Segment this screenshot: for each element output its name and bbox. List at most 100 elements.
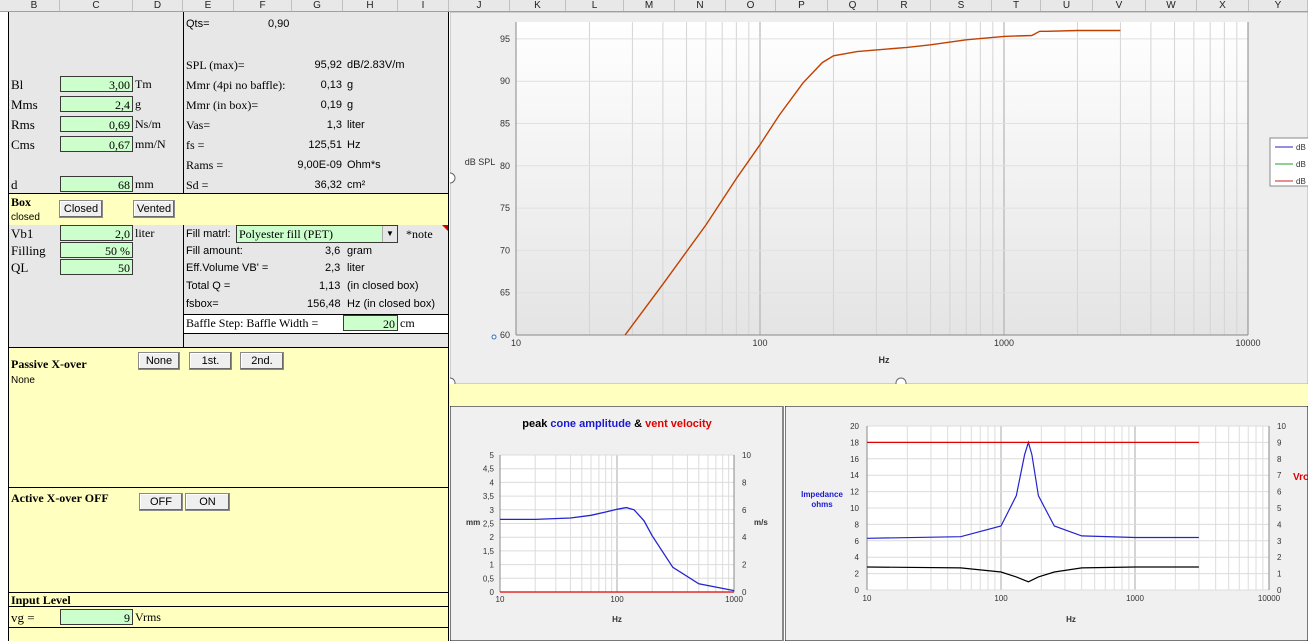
spl-chart[interactable]: 95 90 85 80 75 70 65 6010 100 1000 10000 dB SPL Hz dB…	[450, 12, 1308, 384]
mms-input[interactable]: 2,4	[60, 96, 133, 112]
x-tick-label: 100	[994, 594, 1008, 603]
y2-tick-label: 10	[1277, 422, 1286, 431]
column-header-m[interactable]: M	[624, 0, 675, 11]
baffle-unit: cm	[400, 316, 415, 330]
column-header-c[interactable]: C	[60, 0, 133, 11]
y-axis-label: mm	[466, 518, 480, 527]
closed-button[interactable]: Closed	[59, 200, 103, 218]
calc-value: 95,92	[314, 59, 342, 71]
x-tick-label: 10	[496, 595, 505, 604]
calc-label: Mmr (in box)=	[186, 98, 259, 112]
y-tick-label: 5	[490, 451, 495, 460]
filling-label: Filling	[11, 243, 46, 258]
column-header-f[interactable]: F	[234, 0, 292, 11]
fill-matrl-select[interactable]: Polyester fill (PET) ▼	[236, 225, 398, 243]
qts-label: Qts=	[186, 18, 210, 30]
passive-title: Passive X-over	[11, 357, 87, 371]
cms-input[interactable]: 0,67	[60, 136, 133, 152]
y-tick-label: 60	[500, 330, 510, 340]
y-tick-label: 2	[490, 533, 495, 542]
y-tick-label: 3,5	[483, 492, 495, 501]
fsbox-value: 156,48	[307, 298, 341, 310]
d-label: d	[11, 177, 18, 192]
column-header-g[interactable]: G	[292, 0, 343, 11]
column-header-b[interactable]: B	[9, 0, 60, 11]
column-header-w[interactable]: W	[1146, 0, 1197, 11]
calc-label: Vas=	[186, 118, 211, 132]
plot-area	[516, 22, 1248, 335]
ql-label: QL	[11, 260, 29, 275]
column-header-h[interactable]: H	[343, 0, 398, 11]
cone-chart[interactable]: 54,543,532,521,510,50108642010 100 1000mm m…	[450, 406, 784, 641]
calc-value: 125,51	[308, 139, 342, 151]
title-part: cone amplitude	[550, 418, 631, 430]
calc-value: 0,13	[320, 79, 342, 91]
baffle-width-input[interactable]: 20	[343, 315, 398, 331]
y-tick-label: 8	[855, 520, 860, 529]
passive-1st-button[interactable]: 1st.	[189, 352, 232, 370]
y-tick-label: 16	[850, 455, 859, 464]
right-axis-label: Vro	[1293, 472, 1308, 483]
input-title: Input Level	[11, 593, 71, 607]
x-tick-label: 10000	[1235, 338, 1260, 348]
column-header-v[interactable]: V	[1093, 0, 1146, 11]
column-header-k[interactable]: K	[510, 0, 566, 11]
y2-tick-label: 2	[1277, 553, 1282, 562]
column-header-d[interactable]: D	[133, 0, 183, 11]
column-header-n[interactable]: N	[675, 0, 726, 11]
column-header-j[interactable]: J	[449, 0, 510, 11]
vented-button[interactable]: Vented	[133, 200, 175, 218]
column-header-y[interactable]: Y	[1249, 0, 1308, 11]
calc-unit: liter	[347, 119, 365, 131]
column-header-o[interactable]: O	[726, 0, 776, 11]
fsbox-label: fsbox=	[186, 298, 219, 310]
filling-input[interactable]: 50 %	[60, 242, 133, 258]
fill-matrl-label: Fill matrl:	[186, 228, 231, 240]
active-off-button[interactable]: OFF	[139, 493, 183, 511]
title-part: &	[631, 418, 645, 430]
bl-unit: Tm	[135, 77, 152, 91]
box-type: closed	[11, 212, 40, 223]
column-header-i[interactable]: I	[398, 0, 449, 11]
calc-value: 1,3	[326, 119, 342, 131]
column-header-p[interactable]: P	[776, 0, 828, 11]
chevron-down-icon[interactable]: ▼	[382, 226, 397, 242]
column-header-t[interactable]: T	[992, 0, 1041, 11]
total-q-unit: (in closed box)	[347, 280, 419, 292]
d-input[interactable]: 68	[60, 176, 133, 192]
comment-marker-icon	[442, 225, 448, 231]
impedance-chart[interactable]: 2018161412108642010987654321010 100 1000 10…	[785, 406, 1308, 641]
calc-label: SPL (max)=	[186, 58, 245, 72]
y-tick-label: 75	[500, 203, 510, 213]
legend-label: dB	[1296, 177, 1306, 186]
bl-label: Bl	[11, 77, 24, 92]
passive-2nd-button[interactable]: 2nd.	[240, 352, 284, 370]
corner-handle	[491, 334, 497, 340]
rms-input[interactable]: 0,69	[60, 116, 133, 132]
y-tick-label: 4	[490, 478, 495, 487]
column-header-x[interactable]: X	[1197, 0, 1249, 11]
column-header-r[interactable]: R	[878, 0, 931, 11]
column-header-q[interactable]: Q	[828, 0, 878, 11]
active-on-button[interactable]: ON	[185, 493, 230, 511]
column-header-u[interactable]: U	[1041, 0, 1093, 11]
y2-tick-label: 4	[742, 533, 747, 542]
vb1-input[interactable]: 2,0	[60, 225, 133, 241]
calc-unit: g	[347, 79, 354, 91]
calc-unit: dB/2.83V/m	[347, 59, 405, 71]
bl-input[interactable]: 3,00	[60, 76, 133, 92]
column-header-s[interactable]: S	[931, 0, 992, 11]
calc-unit: Ohm*s	[347, 159, 381, 171]
ql-input[interactable]: 50	[60, 259, 133, 275]
passive-none-button[interactable]: None	[138, 352, 180, 370]
y-tick-label: 4,5	[483, 465, 495, 474]
vg-input[interactable]: 9	[60, 609, 133, 625]
x-tick-label: 100	[752, 338, 767, 348]
column-header-l[interactable]: L	[566, 0, 624, 11]
column-header-e[interactable]: E	[183, 0, 234, 11]
y2-tick-label: 10	[742, 451, 751, 460]
calc-unit: Hz	[347, 139, 361, 151]
chart-shadow	[782, 406, 784, 641]
y-tick-label: 90	[500, 76, 510, 86]
y-tick-label: 1	[490, 561, 495, 570]
